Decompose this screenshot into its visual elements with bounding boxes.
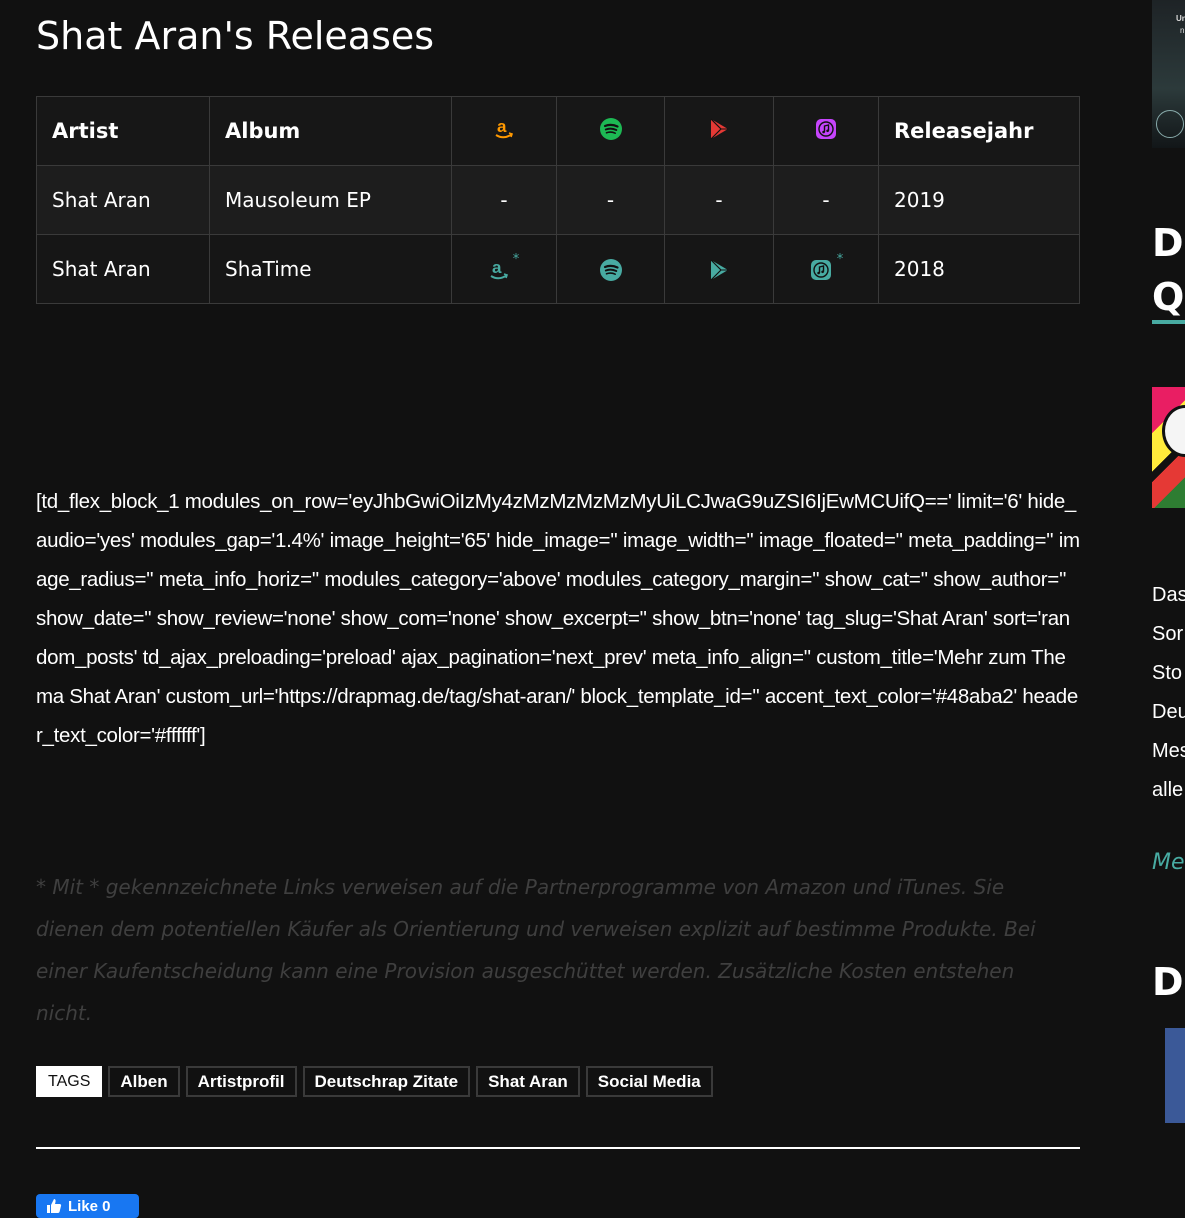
thumbnail-text: ni xyxy=(1180,26,1185,35)
excerpt-line: alle xyxy=(1152,779,1184,801)
sidebar-more-link[interactable]: Me xyxy=(1152,850,1185,875)
svg-text:a: a xyxy=(497,117,507,136)
tag-link[interactable]: Artistprofil xyxy=(185,1066,297,1097)
column-header-album: Album xyxy=(209,96,452,166)
tag-link[interactable]: Alben xyxy=(108,1066,180,1097)
sidebar-thumbnail[interactable]: Un ni xyxy=(1152,0,1185,148)
page-title: Shat Aran's Releases xyxy=(36,14,435,58)
amazon-link[interactable]: a * xyxy=(489,252,519,280)
thumbs-up-icon xyxy=(47,1199,62,1213)
itunes-link[interactable]: * xyxy=(809,252,843,280)
itunes-icon xyxy=(816,118,836,139)
cell-itunes: * xyxy=(773,234,879,304)
sidebar-heading-underline xyxy=(1152,320,1185,324)
affiliate-star: * xyxy=(836,252,844,268)
itunes-icon xyxy=(810,259,831,280)
column-header-google-play xyxy=(664,96,774,166)
tag-link[interactable]: Shat Aran xyxy=(476,1066,580,1097)
like-label: Like 0 xyxy=(68,1198,111,1215)
svg-text:a: a xyxy=(492,258,502,277)
cell-album: ShaTime xyxy=(209,234,452,304)
sidebar-facebook-widget[interactable] xyxy=(1165,1028,1185,1123)
cell-spotify: - xyxy=(556,165,665,235)
column-header-artist: Artist xyxy=(36,96,210,166)
column-header-amazon: a xyxy=(451,96,557,166)
sidebar-heading-line: Da xyxy=(1152,221,1185,265)
sidebar-heading: Dr xyxy=(1152,960,1185,1004)
cell-spotify xyxy=(556,234,665,304)
table-row: Shat Aran ShaTime a * * 2018 xyxy=(36,234,1080,304)
sidebar-article-image[interactable] xyxy=(1152,387,1185,508)
table-row: Shat Aran Mausoleum EP - - - - 2019 xyxy=(36,165,1080,235)
google-play-link[interactable] xyxy=(707,256,731,281)
google-play-icon xyxy=(710,259,728,281)
avatar xyxy=(1156,110,1184,138)
content-divider xyxy=(36,1147,1080,1149)
column-header-spotify xyxy=(556,96,665,166)
amazon-icon: a xyxy=(490,258,508,279)
tags-list: TAGS Alben Artistprofil Deutschrap Zitat… xyxy=(36,1066,713,1097)
releases-table: Artist Album a Releasejahr Shat Aran Mau… xyxy=(36,96,1080,304)
sidebar-heading-line: Qu xyxy=(1152,275,1185,319)
affiliate-disclaimer: * Mit * gekennzeichnete Links verweisen … xyxy=(36,875,1036,1025)
cell-google-play xyxy=(664,234,774,304)
excerpt-line: Deu xyxy=(1152,701,1185,723)
cell-artist: Shat Aran xyxy=(36,234,210,304)
excerpt-line: Das xyxy=(1152,584,1185,606)
tag-link[interactable]: Deutschrap Zitate xyxy=(302,1066,471,1097)
sidebar-article-excerpt: Das Sor Sto Deu Mes alle xyxy=(1152,576,1185,810)
cell-google-play: - xyxy=(664,165,774,235)
cell-year: 2018 xyxy=(878,234,1080,304)
google-play-icon xyxy=(710,118,728,139)
cell-artist: Shat Aran xyxy=(36,165,210,235)
tags-label: TAGS xyxy=(36,1066,103,1097)
spotify-icon xyxy=(599,117,622,140)
tag-link[interactable]: Social Media xyxy=(585,1066,713,1097)
raw-shortcode-text: [td_flex_block_1 modules_on_row='eyJhbGw… xyxy=(36,490,1080,747)
cell-itunes: - xyxy=(773,165,879,235)
image-figure xyxy=(1162,405,1185,457)
cell-amazon: a * xyxy=(451,234,557,304)
table-header-row: Artist Album a Releasejahr xyxy=(36,96,1080,166)
affiliate-star: * xyxy=(512,252,520,268)
thumbnail-text: Un xyxy=(1176,14,1185,23)
excerpt-line: Mes xyxy=(1152,740,1185,762)
cell-amazon: - xyxy=(451,165,557,235)
facebook-like-button[interactable]: Like 0 xyxy=(36,1194,139,1218)
column-header-year: Releasejahr xyxy=(878,96,1080,166)
column-header-itunes xyxy=(773,96,879,166)
excerpt-line: Sto xyxy=(1152,662,1183,684)
cell-year: 2019 xyxy=(878,165,1080,235)
cell-album: Mausoleum EP xyxy=(209,165,452,235)
excerpt-line: Sor xyxy=(1152,623,1184,645)
amazon-icon: a xyxy=(495,117,514,138)
spotify-link[interactable] xyxy=(599,256,623,281)
spotify-icon xyxy=(599,258,622,281)
sidebar-heading[interactable]: Da Qu xyxy=(1152,216,1185,324)
